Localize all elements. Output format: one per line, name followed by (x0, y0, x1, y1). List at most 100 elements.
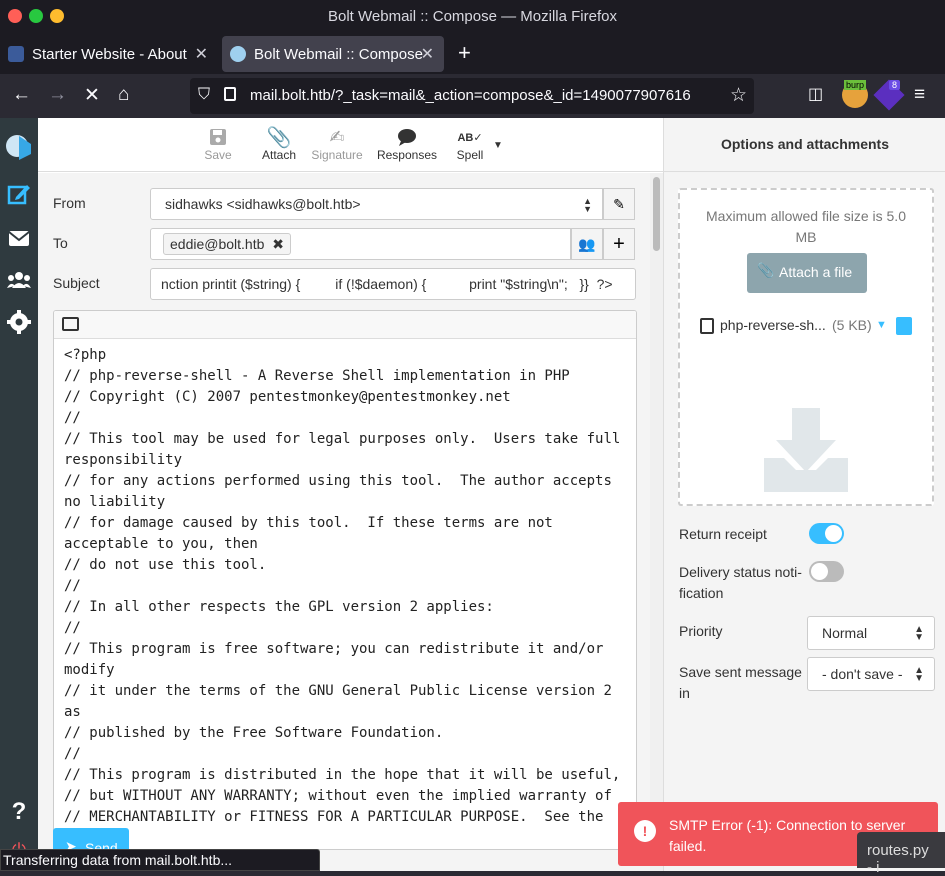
navigation-bar: ← → ✕ ⌂ ⛉ mail.bolt.htb/?_task=mail&_act… (0, 74, 945, 118)
contacts-group-icon: 👥 (578, 235, 596, 252)
edit-identity-button[interactable]: ✎ (603, 188, 635, 220)
attachment-size: (5 KB) (832, 317, 872, 333)
help-icon[interactable]: ? (7, 798, 31, 825)
pocket-icon[interactable]: ◫ (808, 84, 823, 104)
subject-input[interactable]: nction printit ($string) { if (!$daemon)… (150, 268, 636, 300)
tab-bolt-webmail[interactable]: Bolt Webmail :: Compose ✕ (222, 36, 444, 72)
pencil-icon: ✎ (613, 195, 625, 212)
close-tab-icon[interactable]: ✕ (421, 44, 434, 64)
compose-form: From sidhawks <sidhawks@bolt.htb> ▲ ▼ ✎ T… (38, 173, 663, 871)
roundcube-logo-icon[interactable] (5, 132, 33, 160)
forward-arrow-icon[interactable]: → (48, 84, 67, 106)
burp-extension-icon[interactable]: burp (842, 80, 868, 108)
tab-starter-website[interactable]: Starter Website - About ✕ (0, 36, 218, 72)
responses-label: Responses (376, 148, 438, 162)
contacts-icon[interactable] (7, 268, 31, 292)
attach-button[interactable]: 📎 Attach (258, 126, 300, 163)
return-receipt-toggle[interactable] (809, 523, 844, 544)
url-text: mail.bolt.htb/?_task=mail&_action=compos… (250, 87, 691, 104)
message-editor[interactable]: <?php // php-reverse-shell - A Reverse S… (53, 310, 637, 850)
save-label: Save (204, 148, 232, 162)
comment-icon (374, 126, 440, 148)
priority-label: Priority (679, 623, 723, 639)
image-icon[interactable] (62, 317, 79, 331)
return-receipt-label: Return receipt (679, 526, 767, 542)
priority-select[interactable]: Normal ▲ ▼ (807, 616, 935, 650)
save-sent-label: Save sent message in (679, 664, 802, 701)
responses-button[interactable]: Responses (374, 126, 440, 162)
tab-bar: Starter Website - About ✕ Bolt Webmail :… (0, 34, 945, 74)
attach-file-label: Attach a file (779, 264, 853, 280)
options-panel: Options and attachments Maximum allowed … (663, 118, 945, 871)
add-header-button[interactable]: + (603, 228, 635, 260)
spell-label: Spell (456, 148, 484, 162)
delivery-status-label: Delivery status noti-fication (679, 564, 802, 601)
upload-download-icon (764, 408, 848, 492)
attachment-dropzone[interactable]: Maximum allowed file size is 5.0 MB 📎 At… (678, 188, 934, 506)
toggle-knob (811, 563, 828, 580)
save-disk-icon (200, 126, 236, 148)
add-contact-group-button[interactable]: 👥 (571, 228, 603, 260)
trash-icon[interactable] (896, 317, 912, 335)
signature-label: Signature (311, 148, 363, 162)
file-icon (700, 318, 714, 334)
spellcheck-icon: AB✓ (457, 131, 483, 144)
window-titlebar: Bolt Webmail :: Compose — Mozilla Firefo… (0, 0, 945, 34)
paperclip-icon: 📎 (266, 126, 292, 149)
url-bar[interactable]: ⛉ mail.bolt.htb/?_task=mail&_action=comp… (190, 78, 754, 114)
close-tab-icon[interactable]: ✕ (195, 44, 208, 64)
attachment-menu-caret-icon[interactable]: ▼ (876, 319, 887, 331)
priority-value: Normal (822, 625, 868, 641)
save-sent-value: - don't save - (822, 666, 903, 682)
plus-icon: + (613, 232, 625, 255)
paperclip-icon: 📎 (757, 262, 775, 278)
save-sent-select[interactable]: - don't save - ▲ ▼ (807, 657, 935, 691)
select-arrows-icon: ▲ ▼ (583, 196, 592, 214)
mail-icon[interactable] (7, 226, 31, 250)
subject-label: Subject (53, 275, 100, 291)
compose-icon[interactable] (7, 182, 31, 206)
from-label: From (53, 195, 86, 211)
settings-gear-icon[interactable] (7, 310, 31, 334)
attachment-name[interactable]: php-reverse-sh... (720, 317, 826, 333)
burp-label: burp (844, 80, 867, 90)
browser-status-bar: Transferring data from mail.bolt.htb... (0, 849, 320, 871)
options-title: Options and attachments (720, 136, 890, 152)
scrollbar-thumb[interactable] (653, 177, 660, 251)
spell-dropdown-caret-icon[interactable]: ▼ (493, 140, 503, 151)
attach-file-button[interactable]: 📎 Attach a file (747, 253, 867, 293)
delivery-status-toggle[interactable] (809, 561, 844, 582)
error-icon: ! (634, 820, 656, 842)
to-label: To (53, 235, 68, 251)
taskbar-window-label[interactable]: routes.py - i (857, 832, 945, 876)
back-arrow-icon[interactable]: ← (12, 84, 31, 106)
recipient-address: eddie@bolt.htb (170, 236, 265, 252)
signature-button[interactable]: ✍ Signature (308, 126, 366, 163)
editor-toolbar (54, 311, 636, 339)
toggle-knob (825, 525, 842, 542)
site-favicon-icon (8, 46, 24, 62)
stop-loading-icon[interactable]: ✕ (84, 84, 100, 107)
compose-scrollbar[interactable] (650, 173, 663, 871)
hamburger-menu-icon[interactable]: ≡ (914, 84, 925, 106)
save-button[interactable]: Save (200, 126, 236, 162)
tab-label: Bolt Webmail :: Compose (254, 45, 423, 63)
to-recipients-input[interactable]: eddie@bolt.htb ✖ (150, 228, 571, 260)
bookmark-star-icon[interactable]: ☆ (730, 84, 747, 107)
home-icon[interactable]: ⌂ (118, 84, 129, 106)
message-body[interactable]: <?php // php-reverse-shell - A Reverse S… (54, 339, 636, 834)
new-tab-icon[interactable]: + (458, 40, 471, 66)
insecure-lock-icon[interactable] (224, 87, 236, 101)
from-value: sidhawks <sidhawks@bolt.htb> (165, 196, 361, 212)
shield-icon[interactable]: ⛉ (198, 86, 210, 104)
max-size-note: Maximum allowed file size is 5.0 MB (706, 208, 906, 245)
from-select[interactable]: sidhawks <sidhawks@bolt.htb> ▲ ▼ (150, 188, 603, 220)
divider (664, 171, 945, 172)
attach-label: Attach (261, 148, 297, 162)
remove-recipient-icon[interactable]: ✖ (272, 236, 284, 252)
roundcube-app: ? ⏻ Save 📎 Attach ✍ Signature Responses … (0, 118, 945, 871)
spell-button[interactable]: AB✓ Spell (450, 126, 490, 163)
roundcube-favicon-icon (230, 46, 246, 62)
compose-toolbar: Save 📎 Attach ✍ Signature Responses AB✓ … (38, 118, 663, 172)
recipient-chip: eddie@bolt.htb ✖ (163, 233, 292, 255)
